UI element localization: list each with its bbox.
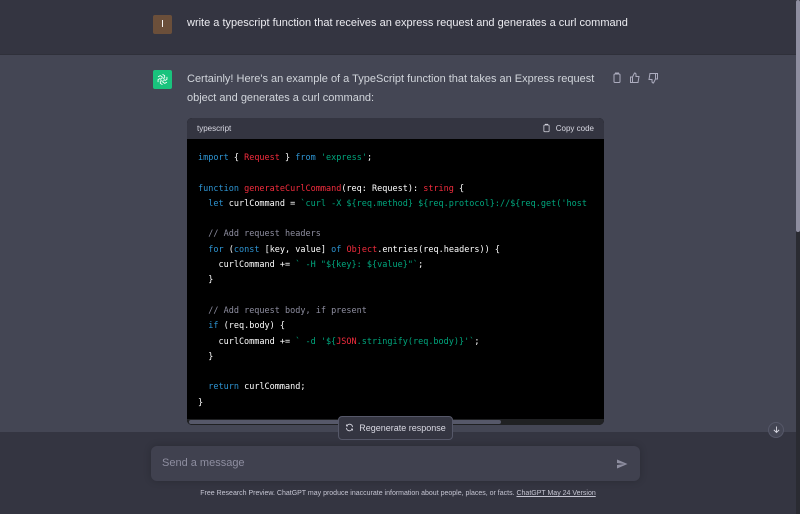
code-line: if (req.body) { [208, 321, 286, 332]
message-actions [611, 71, 659, 84]
user-avatar: I [153, 15, 172, 34]
user-message-text: write a typescript function that receive… [187, 17, 628, 29]
version-link[interactable]: ChatGPT May 24 Version [516, 490, 595, 497]
thumbs-up-icon[interactable] [629, 71, 641, 83]
page-scrollbar[interactable] [796, 0, 800, 514]
code-line: import { Request } from 'express'; [198, 153, 373, 163]
code-line: } [198, 351, 214, 362]
openai-logo-icon [153, 70, 172, 89]
thumbs-down-icon[interactable] [647, 71, 659, 84]
user-message-row: I write a typescript function that recei… [0, 0, 796, 55]
page-scroll-thumb[interactable] [796, 0, 800, 232]
send-icon[interactable] [616, 457, 628, 469]
code-content: import { Request } from 'express'; funct… [187, 139, 604, 409]
code-line: curlCommand += ` -d '${JSON.stringify(re… [198, 336, 480, 347]
regenerate-label: Regenerate response [359, 423, 446, 433]
code-line: // Add request body, if present [208, 305, 367, 316]
code-line: } [198, 397, 204, 408]
code-line: return curlCommand; [208, 382, 306, 393]
code-line: // Add request headers [208, 229, 321, 240]
code-line: curlCommand += ` -H "${key}: ${value}"`; [198, 260, 424, 271]
code-line: } [198, 275, 214, 286]
copy-icon[interactable] [611, 71, 623, 83]
code-line: let curlCommand = `curl -X ${req.method}… [208, 198, 587, 209]
footer: Free Research Preview. ChatGPT may produ… [0, 490, 796, 497]
arrow-down-icon [772, 421, 781, 439]
code-language-label: typescript [197, 124, 232, 133]
message-input-box[interactable]: Send a message [151, 446, 640, 481]
code-header: typescript Copy code [187, 118, 604, 139]
clipboard-icon [542, 123, 551, 135]
copy-code-button[interactable]: Copy code [542, 123, 594, 135]
copy-code-label: Copy code [555, 124, 594, 133]
assistant-intro-text: Certainly! Here's an example of a TypeSc… [187, 73, 595, 104]
scroll-to-bottom-button[interactable] [768, 422, 784, 438]
refresh-icon [345, 423, 354, 434]
code-line: for (const [key, value] of Object.entrie… [208, 244, 501, 255]
regenerate-response-button[interactable]: Regenerate response [338, 416, 453, 440]
footer-text: Free Research Preview. ChatGPT may produ… [200, 490, 515, 497]
code-line: function generateCurlCommand(req: Reques… [198, 183, 465, 194]
code-block: typescript Copy code import { Request } … [187, 118, 604, 425]
message-input[interactable]: Send a message [162, 457, 245, 469]
